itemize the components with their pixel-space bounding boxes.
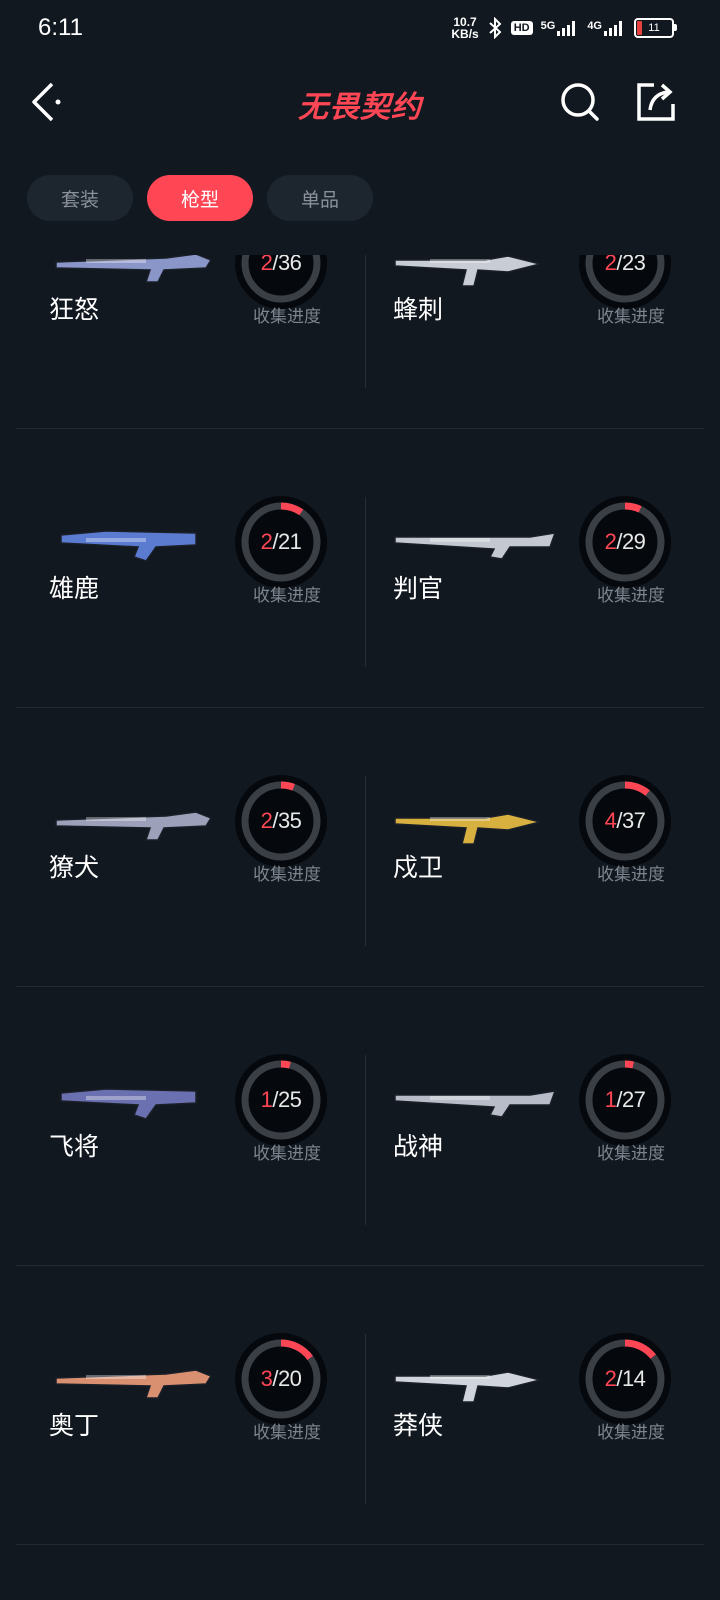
collected-count: 2 xyxy=(260,808,273,833)
weapon-name: 战神 xyxy=(393,1132,444,1161)
collection-count: 2/14 xyxy=(579,1333,671,1425)
weapon-name: 飞将 xyxy=(49,1132,100,1161)
collected-count: 3 xyxy=(260,1366,273,1391)
weapon-image xyxy=(394,1090,557,1118)
total-count: 14 xyxy=(621,1366,646,1391)
collection-count: 4/37 xyxy=(579,775,671,867)
tab-suits[interactable]: 套装 xyxy=(27,175,133,221)
collected-count: 2 xyxy=(260,255,273,275)
collection-count: 2/35 xyxy=(235,775,327,867)
collected-count: 1 xyxy=(260,1087,273,1112)
weapon-card[interactable]: 2/29 判官 收集进度 xyxy=(360,429,704,713)
weapon-name: 奥丁 xyxy=(49,1411,100,1440)
weapon-grid: 2/36 狂怒 收集进度 2/23 蜂刺 收集进度 2/21 雄鹿 收集进度 2/29 判官 收集进度… xyxy=(16,255,704,1600)
weapon-image xyxy=(60,530,197,562)
total-count: 29 xyxy=(621,529,646,554)
collection-count: 2/21 xyxy=(235,496,327,588)
signal-5g-label: 5G xyxy=(540,20,556,32)
progress-label: 收集进度 xyxy=(253,307,321,327)
weapon-card[interactable]: 1/27 战神 收集进度 xyxy=(360,987,704,1271)
share-icon xyxy=(637,83,675,121)
collected-count: 2 xyxy=(604,1366,617,1391)
collection-count: 1/27 xyxy=(579,1054,671,1146)
weapon-image xyxy=(394,813,541,845)
collected-count: 1 xyxy=(604,1087,617,1112)
progress-label: 收集进度 xyxy=(253,1423,321,1443)
total-count: 25 xyxy=(277,1087,302,1112)
weapon-card[interactable]: 2/36 狂怒 收集进度 xyxy=(16,255,360,434)
status-time: 6:11 xyxy=(38,14,83,41)
weapon-image xyxy=(394,1371,541,1403)
collection-count: 2/23 xyxy=(579,255,671,309)
weapon-card[interactable]: 2/14 莽侠 收集进度 xyxy=(360,1266,704,1550)
battery-level xyxy=(637,21,642,35)
weapon-name: 蜂刺 xyxy=(393,295,444,324)
progress-label: 收集进度 xyxy=(597,1423,665,1443)
weapon-card[interactable]: 2/23 蜂刺 收集进度 xyxy=(360,255,704,434)
weapon-name: 莽侠 xyxy=(393,1411,444,1440)
tab-single-items[interactable]: 单品 xyxy=(267,175,373,221)
app-title: 无畏契约 xyxy=(298,90,422,125)
progress-label: 收集进度 xyxy=(597,307,665,327)
collection-count: 1/25 xyxy=(235,1054,327,1146)
total-count: 21 xyxy=(277,529,302,554)
weapon-card[interactable]: 3/20 奥丁 收集进度 xyxy=(16,1266,360,1550)
collected-count: 4 xyxy=(604,808,617,833)
share-button[interactable] xyxy=(634,80,678,124)
weapon-image xyxy=(394,532,557,560)
weapon-image xyxy=(55,811,213,841)
total-count: 36 xyxy=(277,255,302,275)
network-speed-unit: KB/s xyxy=(451,27,479,41)
total-count: 23 xyxy=(621,255,646,275)
collected-count: 2 xyxy=(260,529,273,554)
progress-label: 收集进度 xyxy=(253,586,321,606)
weapon-card[interactable]: 2/21 雄鹿 收集进度 xyxy=(16,429,360,713)
weapon-name: 雄鹿 xyxy=(49,574,100,603)
network-speed: 10.7 KB/s xyxy=(451,16,478,40)
weapon-image xyxy=(55,1369,213,1399)
weapon-name: 判官 xyxy=(393,574,444,603)
status-icons: 10.7 KB/s HD 5G 4G 11 xyxy=(451,16,677,40)
signal-4g: 4G xyxy=(587,20,626,36)
search-button[interactable] xyxy=(558,80,602,124)
total-count: 37 xyxy=(621,808,646,833)
signal-5g: 5G xyxy=(541,20,580,36)
weapon-image xyxy=(60,1088,197,1120)
status-bar: 6:11 10.7 KB/s HD 5G 4G 11 xyxy=(0,0,720,60)
collection-count: 2/36 xyxy=(235,255,327,309)
weapon-card[interactable]: 1/25 飞将 收集进度 xyxy=(16,987,360,1271)
battery-icon: 11 xyxy=(634,18,677,38)
total-count: 35 xyxy=(277,808,302,833)
weapon-image xyxy=(55,255,213,283)
bluetooth-icon xyxy=(489,17,502,39)
progress-label: 收集进度 xyxy=(253,865,321,885)
total-count: 27 xyxy=(621,1087,646,1112)
total-count: 20 xyxy=(277,1366,302,1391)
weapon-image xyxy=(394,255,541,287)
signal-bars-icon xyxy=(604,21,622,36)
app-header: 无畏契约 xyxy=(0,60,720,150)
progress-label: 收集进度 xyxy=(597,1144,665,1164)
collection-count: 2/29 xyxy=(579,496,671,588)
signal-bars-icon xyxy=(557,21,576,36)
search-icon xyxy=(561,83,599,121)
progress-label: 收集进度 xyxy=(597,865,665,885)
progress-label: 收集进度 xyxy=(253,1144,321,1164)
category-tabs: 套装 枪型 单品 xyxy=(27,175,373,221)
progress-label: 收集进度 xyxy=(597,586,665,606)
collection-count: 3/20 xyxy=(235,1333,327,1425)
hd-voice-badge: HD xyxy=(510,21,533,35)
weapon-name: 獠犬 xyxy=(49,853,100,882)
tab-gun-types[interactable]: 枪型 xyxy=(147,175,253,221)
battery-percent: 11 xyxy=(648,22,660,34)
signal-4g-label: 4G xyxy=(587,20,602,32)
weapon-name: 戍卫 xyxy=(393,853,444,882)
weapon-card[interactable]: 4/37 戍卫 收集进度 xyxy=(360,708,704,992)
weapon-name: 狂怒 xyxy=(49,295,100,324)
collected-count: 2 xyxy=(604,529,617,554)
weapon-card[interactable]: 2/35 獠犬 收集进度 xyxy=(16,708,360,992)
collected-count: 2 xyxy=(604,255,617,275)
